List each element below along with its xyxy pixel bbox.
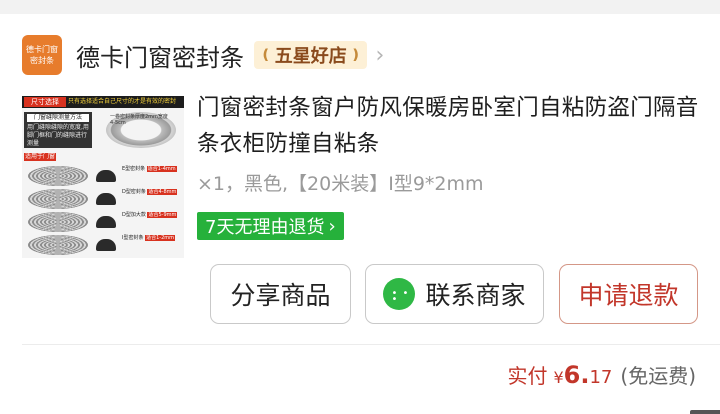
- contact-seller-label: 联系商家: [425, 281, 526, 310]
- thumb-profile: [96, 193, 116, 205]
- shop-logo[interactable]: 德卡门窗密封条: [22, 35, 62, 75]
- thumb-coil: [28, 189, 88, 209]
- thumb-spec-line: D型加大款 适合5-9mm: [122, 212, 178, 218]
- thumb-spec-name: E型密封条: [122, 166, 146, 172]
- scroll-indicator: [690, 410, 720, 414]
- thumb-tip: 只有选择适合自己尺寸的才是有效的密封: [68, 98, 177, 105]
- shipping-note: (免运费): [620, 364, 696, 388]
- product-title[interactable]: 门窗密封条窗户防风保暖房卧室门自粘防盗门隔音条衣柜防撞自粘条: [197, 90, 702, 162]
- thumb-profile: [96, 170, 116, 182]
- thumb-coil: [28, 212, 88, 232]
- thumb-spec-line: D型密封条 适合4-8mm: [122, 189, 178, 195]
- thumb-spec-range: 适合4-8mm: [147, 189, 178, 195]
- thumb-spec-name: D型密封条: [122, 189, 146, 195]
- thumb-spec-range: 适合5-9mm: [147, 212, 178, 218]
- chevron-right-icon: ›: [328, 215, 336, 237]
- thumb-measure-box: 门窗缝隙测量方法 用门缝隙缝隙的宽度,用脚门框和门的缝隙进行测量: [24, 112, 92, 148]
- wechat-chat-icon: • • •: [383, 278, 416, 310]
- five-star-shop-badge: ❪ 五星好店 ❫: [254, 41, 368, 69]
- thumb-spec-range: 适合1-2mm: [145, 235, 175, 241]
- thumb-roll-note: 一卷密封条厚度2mm宽度4-5cm: [110, 114, 168, 126]
- thumb-spec-line: E型密封条 适合1-4mm: [122, 166, 178, 172]
- shop-header[interactable]: 德卡门窗密封条 德卡门窗密封条 ❪ 五星好店 ❫ ›: [22, 34, 384, 76]
- order-item-card: 德卡门窗密封条 德卡门窗密封条 ❪ 五星好店 ❫ › 尺寸选择 只有选择适合自己…: [0, 14, 720, 414]
- thumb-profile: [96, 239, 116, 251]
- paid-amount: 实付 ¥ 6. 17 (免运费): [507, 360, 696, 389]
- shop-name[interactable]: 德卡门窗密封条: [76, 38, 244, 73]
- thumb-spec-line: I型密封条 适合1-2mm: [122, 235, 178, 241]
- request-refund-label: 申请退款: [578, 281, 679, 310]
- laurel-left-icon: ❪: [260, 47, 272, 63]
- thumb-spec-name: D型加大款: [122, 212, 146, 218]
- shop-badge-label: 五星好店: [274, 46, 347, 67]
- thumb-select-tag: 适用于门窗: [24, 153, 56, 161]
- shop-logo-text: 德卡门窗密封条: [26, 45, 58, 65]
- thumb-spec-name: I型密封条: [122, 235, 144, 241]
- thumb-size-tag: 尺寸选择: [24, 97, 66, 107]
- thumb-profile: [96, 216, 116, 228]
- thumb-spec-range: 适合1-4mm: [146, 166, 177, 172]
- thumb-measure-title: 门窗缝隙测量方法: [27, 114, 89, 122]
- price-label: 实付: [507, 364, 548, 388]
- thumb-coil: [28, 166, 88, 186]
- seven-day-return-tag[interactable]: 7天无理由退货 ›: [197, 212, 344, 240]
- share-product-button[interactable]: 分享商品: [210, 264, 351, 324]
- thumb-coil: [28, 235, 88, 255]
- product-specs: ×1，黑色,【20米装】I型9*2mm: [197, 173, 484, 195]
- share-product-label: 分享商品: [230, 281, 331, 310]
- chevron-right-icon[interactable]: ›: [375, 43, 384, 68]
- divider: [22, 344, 720, 345]
- product-thumbnail[interactable]: 尺寸选择 只有选择适合自己尺寸的才是有效的密封 门窗缝隙测量方法 用门缝隙缝隙的…: [22, 96, 184, 258]
- price-currency: ¥: [553, 368, 564, 387]
- request-refund-button[interactable]: 申请退款: [559, 264, 698, 324]
- return-label: 7天无理由退货: [205, 217, 325, 238]
- price-decimal: 17: [589, 367, 613, 388]
- thumb-measure-text: 用门缝隙缝隙的宽度,用脚门框和门的缝隙进行测量: [27, 124, 89, 147]
- price-integer: 6.: [563, 361, 590, 389]
- laurel-right-icon: ❫: [349, 47, 362, 63]
- contact-seller-button[interactable]: • • • 联系商家: [365, 264, 544, 324]
